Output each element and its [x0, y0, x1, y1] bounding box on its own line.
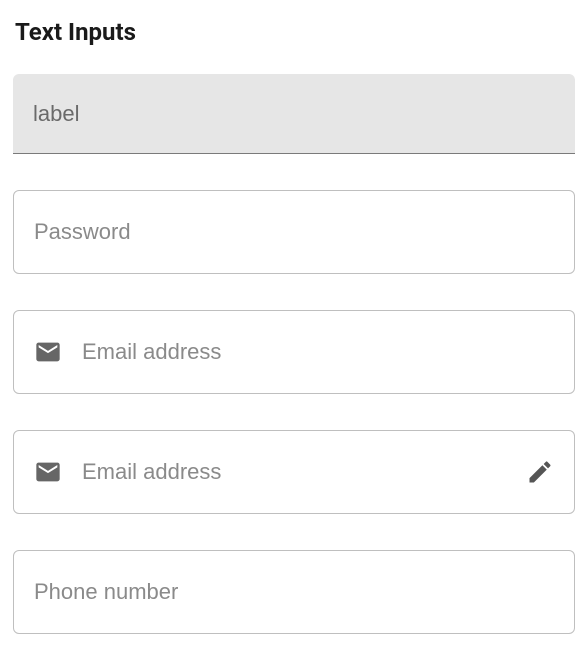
section-title: Text Inputs [15, 18, 575, 46]
email-editable-field-container [13, 430, 575, 514]
phone-field-container [13, 550, 575, 634]
email-icon [34, 458, 62, 486]
email-field-container [13, 310, 575, 394]
email-icon [34, 338, 62, 366]
password-input[interactable] [34, 219, 554, 245]
password-field-container [13, 190, 575, 274]
email-input[interactable] [82, 339, 554, 365]
phone-input[interactable] [34, 579, 554, 605]
label-field-container [13, 74, 575, 154]
label-input[interactable] [33, 101, 555, 127]
email-editable-input[interactable] [82, 459, 506, 485]
pencil-icon[interactable] [526, 458, 554, 486]
